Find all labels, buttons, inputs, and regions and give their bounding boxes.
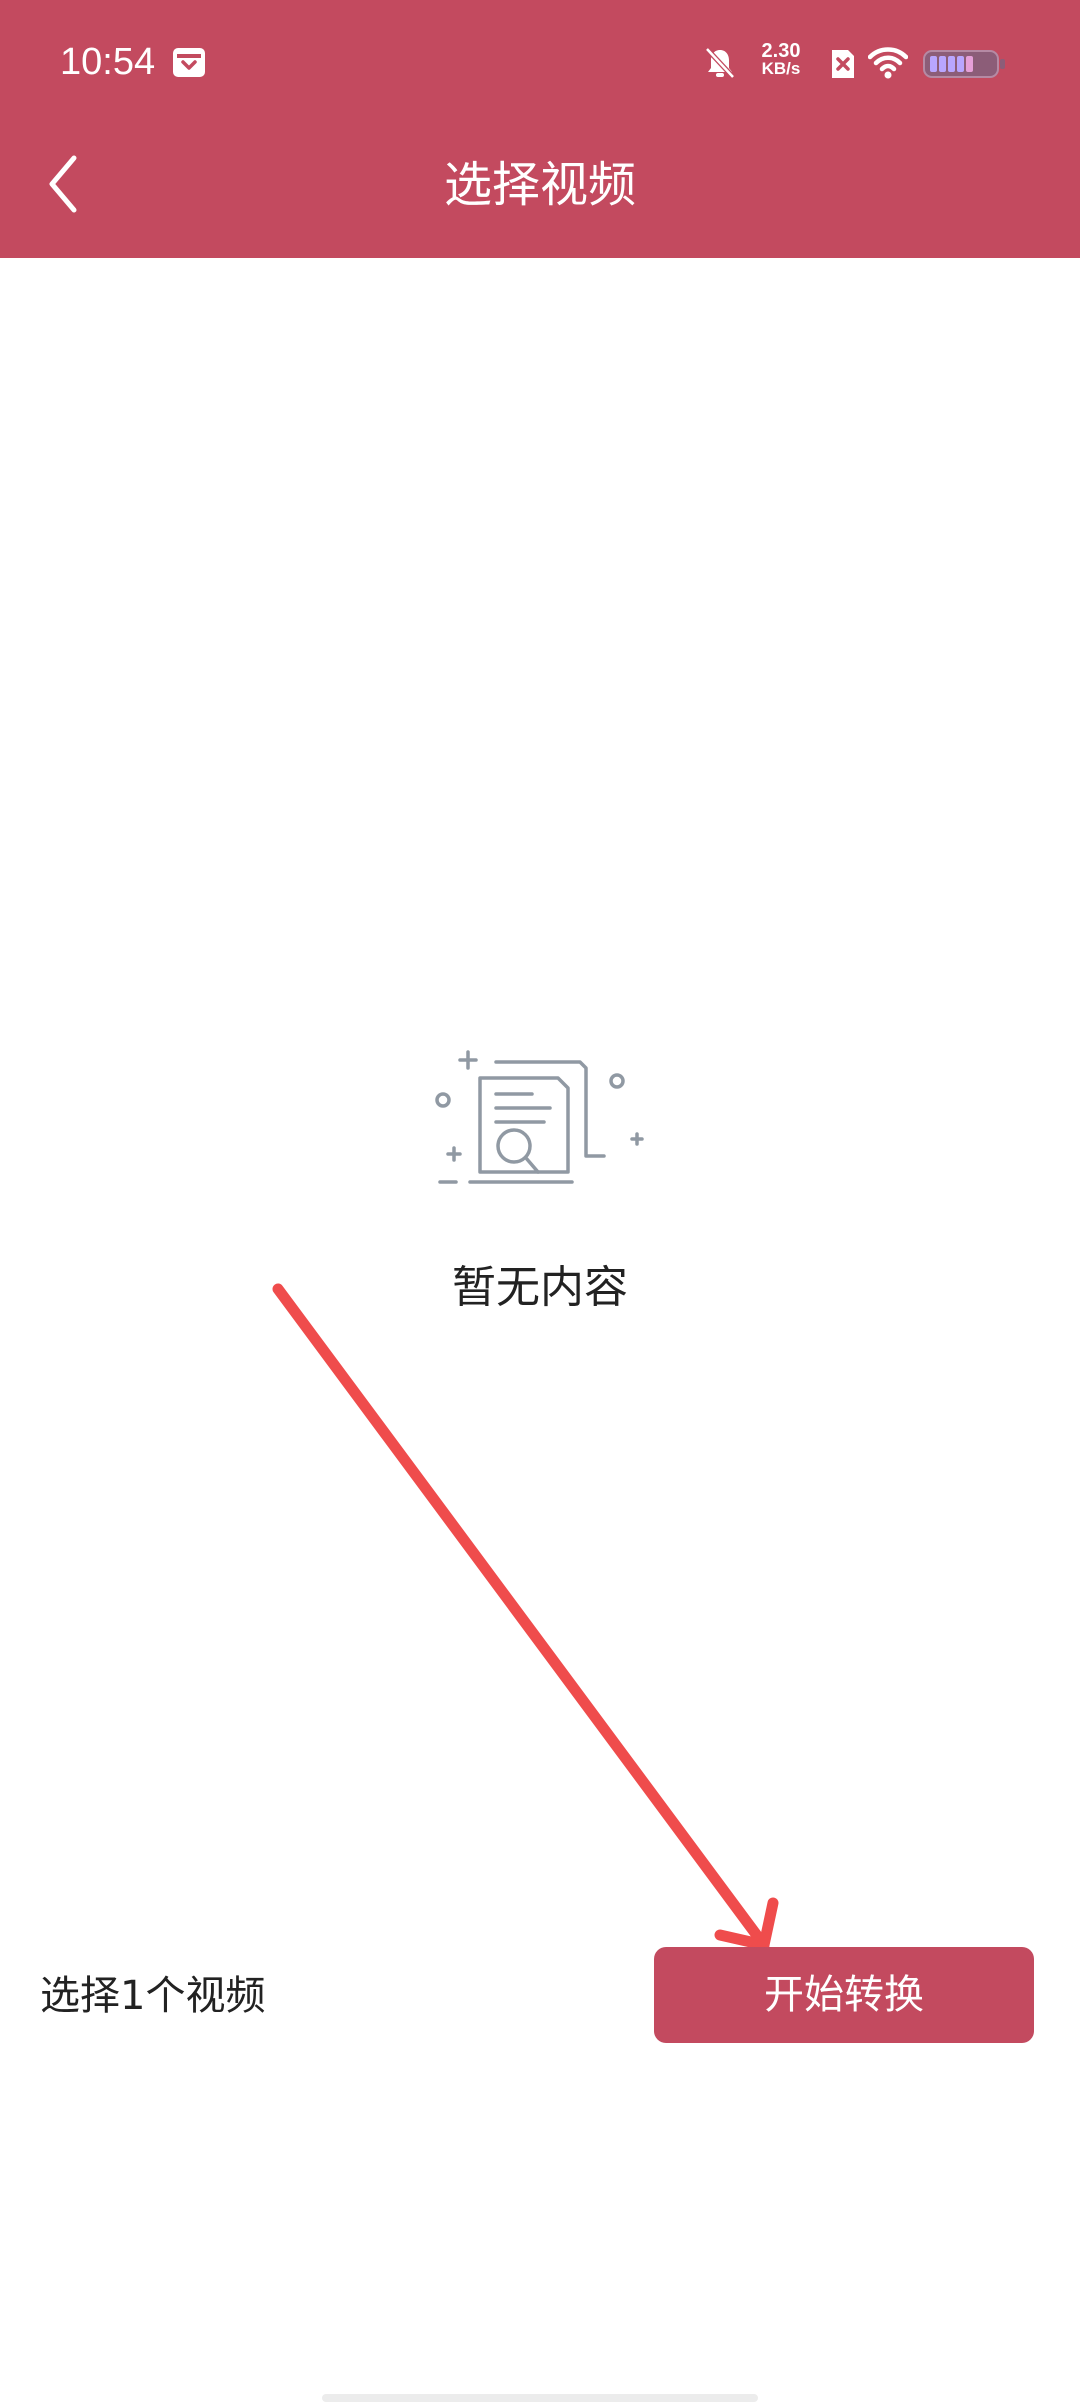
- page-title: 选择视频: [443, 157, 636, 213]
- sim-x-icon: [832, 50, 854, 78]
- network-speed-unit: KB/s: [761, 59, 801, 78]
- battery-icon: [923, 50, 1005, 78]
- start-convert-button[interactable]: 开始转换: [654, 1947, 1034, 2043]
- mute-bell-icon: [705, 47, 735, 79]
- network-speed-value: 2.30: [761, 40, 801, 62]
- app-header: 10:54 2.30 KB/s 选择视频: [0, 0, 1080, 258]
- status-time: 10:54: [60, 41, 156, 83]
- annotation-arrow: [272, 1283, 779, 1951]
- wifi-icon: [868, 47, 908, 79]
- selection-count-text: 选择1个视频: [40, 1973, 266, 2019]
- status-icons: 2.30 KB/s: [704, 36, 1024, 90]
- empty-state-text: 暂无内容: [452, 1262, 628, 1313]
- calendar-icon: [173, 48, 205, 77]
- document-search-icon: [435, 1050, 644, 1184]
- home-indicator[interactable]: [322, 2394, 758, 2402]
- network-speed: 2.30 KB/s: [746, 40, 816, 78]
